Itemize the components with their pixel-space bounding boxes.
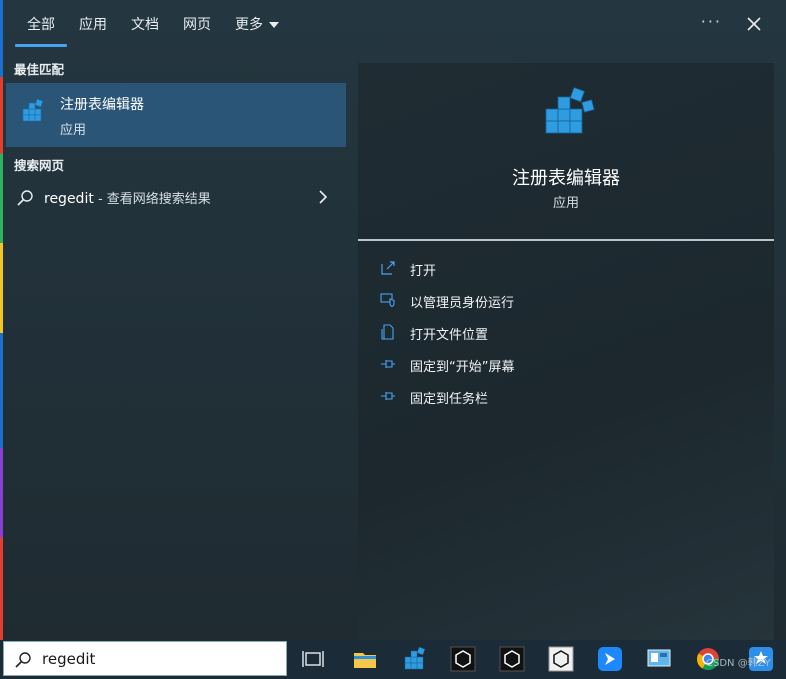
tab-more-label: 更多 [235, 17, 263, 33]
best-match-type: 应用 [60, 123, 87, 138]
pin-icon [381, 392, 395, 400]
web-search-result[interactable]: regedit - 查看网络搜索结果 [6, 182, 346, 214]
tab-apps[interactable]: 应用 [79, 14, 107, 34]
action-open[interactable]: 打开 [380, 256, 750, 282]
tab-documents[interactable]: 文档 [131, 14, 159, 34]
shield-icon [380, 293, 395, 308]
unity-icon[interactable] [450, 646, 476, 672]
chevron-down-icon [269, 22, 279, 28]
close-icon[interactable] [744, 14, 764, 34]
registry-editor-icon [22, 98, 44, 122]
detail-title: 注册表编辑器 [512, 168, 620, 189]
best-match-title: 注册表编辑器 [60, 97, 144, 113]
action-pin-to-taskbar[interactable]: 固定到任务栏 [380, 384, 750, 410]
web-search-suffix: - 查看网络搜索结果 [93, 192, 211, 207]
best-match-result[interactable]: 注册表编辑器 应用 [6, 83, 346, 147]
action-pin-to-start[interactable]: 固定到“开始”屏幕 [380, 352, 750, 378]
action-pin-to-taskbar-label: 固定到任务栏 [410, 392, 489, 407]
action-pin-to-start-label: 固定到“开始”屏幕 [410, 360, 515, 375]
pin-icon [381, 360, 395, 368]
file-explorer-icon[interactable] [352, 646, 378, 672]
search-icon [17, 190, 33, 206]
action-run-as-admin[interactable]: 以管理员身份运行 [380, 288, 750, 314]
web-search-heading: 搜索网页 [14, 158, 65, 173]
file-location-icon [381, 324, 394, 340]
action-run-as-admin-label: 以管理员身份运行 [410, 296, 515, 311]
feishu-icon[interactable] [597, 646, 623, 672]
registry-editor-icon [545, 87, 595, 134]
action-open-file-location-label: 打开文件位置 [410, 328, 489, 343]
unity-icon[interactable] [548, 646, 574, 672]
divider [358, 239, 774, 241]
detail-pane: 注册表编辑器 应用 打开 以管理员身份运行 打开文件位置 固定到“开始”屏幕 固… [358, 63, 774, 640]
action-open-file-location[interactable]: 打开文件位置 [380, 320, 750, 346]
more-options-icon[interactable]: ··· [701, 12, 722, 31]
tab-all[interactable]: 全部 [15, 14, 67, 47]
best-match-heading: 最佳匹配 [14, 62, 65, 77]
taskbar-search-box[interactable]: regedit [3, 641, 287, 676]
taskbar-search-input[interactable]: regedit [42, 650, 95, 668]
chevron-right-icon[interactable] [318, 190, 328, 204]
task-view-icon[interactable] [300, 646, 326, 672]
unity-icon[interactable] [499, 646, 525, 672]
web-search-text: regedit - 查看网络搜索结果 [44, 188, 211, 207]
tab-more[interactable]: 更多 [235, 14, 279, 34]
control-panel-icon[interactable] [646, 646, 672, 672]
start-search-panel: 全部 应用 文档 网页 更多 ··· 最佳匹配 注册表编辑器 应用 搜索网页 r… [3, 0, 786, 640]
action-open-label: 打开 [410, 264, 437, 279]
watermark: CSDN @韩ZY [706, 658, 771, 669]
detail-type: 应用 [552, 196, 579, 211]
web-search-query: regedit [44, 191, 94, 207]
open-icon [381, 261, 395, 275]
search-icon [15, 652, 31, 668]
tab-web[interactable]: 网页 [183, 14, 211, 34]
filter-tabs: 全部 应用 文档 网页 更多 ··· [3, 0, 786, 50]
registry-editor-icon[interactable] [402, 646, 428, 672]
